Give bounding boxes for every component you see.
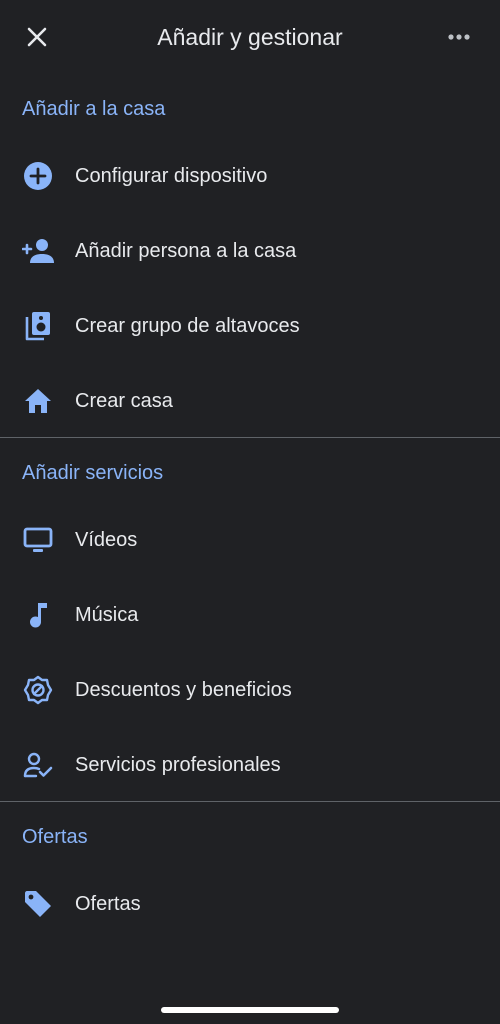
home-icon [22,385,54,417]
speaker-group-icon [22,310,54,342]
add-circle-icon [22,160,54,192]
music-note-icon [22,599,54,631]
menu-item-create-home[interactable]: Crear casa [0,371,500,431]
menu-item-offers[interactable]: Ofertas [0,874,500,934]
menu-item-configure-device[interactable]: Configurar dispositivo [0,146,500,206]
menu-item-label: Crear casa [75,390,173,412]
home-indicator[interactable] [161,1007,339,1013]
section-title-offers: Ofertas [22,826,88,848]
more-options-button[interactable] [438,24,480,50]
menu-item-videos[interactable]: Vídeos [0,510,500,570]
discount-badge-icon [22,674,54,706]
add-person-icon [22,235,54,267]
menu-item-music[interactable]: Música [0,585,500,645]
section-divider [0,437,500,438]
menu-item-label: Añadir persona a la casa [75,240,297,262]
page-title: Añadir y gestionar [157,24,343,50]
menu-item-discounts[interactable]: Descuentos y beneficios [0,660,500,720]
menu-item-add-person[interactable]: Añadir persona a la casa [0,221,500,281]
tv-icon [22,524,54,556]
menu-item-label: Servicios profesionales [75,754,281,776]
menu-item-label: Descuentos y beneficios [75,679,292,701]
menu-item-professional-services[interactable]: Servicios profesionales [0,735,500,795]
person-check-icon [22,749,54,781]
menu-item-label: Música [75,604,139,626]
app-header: Añadir y gestionar [0,0,500,74]
section-title-add-services: Añadir servicios [22,462,164,484]
menu-item-label: Crear grupo de altavoces [75,315,300,337]
menu-item-speaker-group[interactable]: Crear grupo de altavoces [0,296,500,356]
tag-icon [22,888,54,920]
menu-item-label: Vídeos [75,529,138,551]
menu-item-label: Configurar dispositivo [75,165,268,187]
menu-item-label: Ofertas [75,893,141,915]
section-divider [0,801,500,802]
section-title-add-to-home: Añadir a la casa [22,98,166,120]
more-horizontal-icon [448,34,470,40]
